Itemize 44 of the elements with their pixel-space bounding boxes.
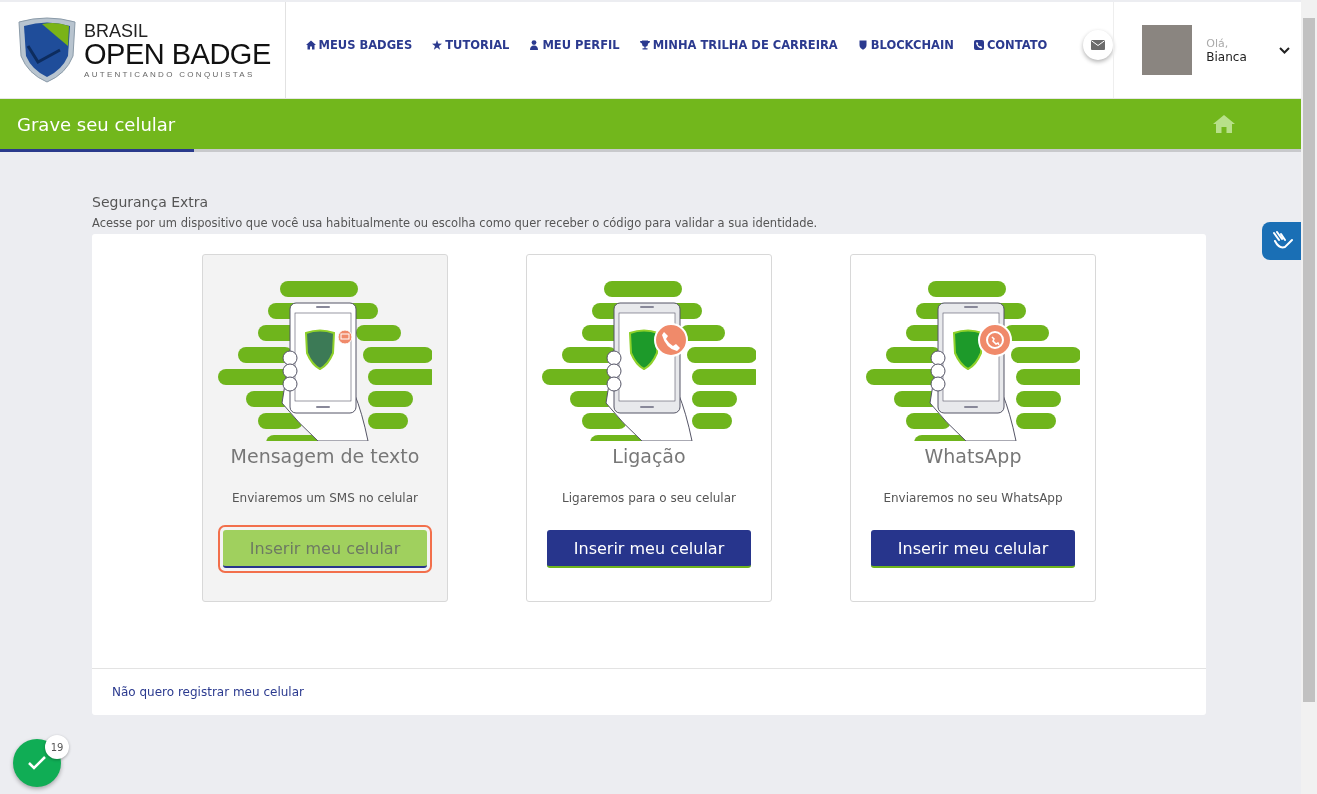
sign-language-hands-icon	[1270, 231, 1293, 251]
greeting-text: Olá,	[1206, 36, 1230, 50]
logo-tagline: AUTENTICANDO CONQUISTAS	[84, 70, 256, 79]
page-title: Grave seu celular	[17, 113, 176, 135]
star-icon	[432, 40, 443, 50]
logo-text: OPEN BADGE	[84, 39, 271, 69]
nav-link[interactable]: MINHA TRILHA DE CARREIRA	[639, 38, 838, 52]
nav-link[interactable]: TUTORIAL	[432, 38, 510, 52]
shield-logo-icon	[16, 16, 78, 84]
option-card[interactable]: Mensagem de texto Enviaremos um SMS no celular Inserir meu celular	[202, 254, 448, 602]
avatar-photo-placeholder	[1142, 25, 1193, 75]
accessibility-button[interactable]	[1262, 222, 1301, 260]
option-title: WhatsApp	[924, 445, 1022, 467]
logo-text: BRASIL	[84, 21, 150, 40]
user-name: Bianca	[1206, 49, 1247, 64]
option-description: Enviaremos um SMS no celular	[232, 491, 418, 505]
insert-phone-button[interactable]: Inserir meu celular	[547, 530, 751, 568]
nav-link[interactable]: MEU PERFIL	[529, 38, 620, 52]
option-description: Enviaremos no seu WhatsApp	[883, 491, 1063, 505]
scrollbar-thumb[interactable]	[1303, 18, 1315, 702]
chevron-down-icon[interactable]	[1278, 46, 1290, 54]
option-title: Ligação	[612, 445, 686, 467]
shield-icon	[857, 40, 868, 50]
section-description: Acesse por um dispositivo que você usa habitualmente ou escolha como quer receber o código para validar a sua identidade.	[92, 216, 819, 230]
user-icon	[529, 40, 540, 50]
checkmark-icon	[28, 756, 46, 770]
envelope-icon	[1091, 40, 1106, 50]
option-card[interactable]: WhatsApp Enviaremos no seu WhatsApp Inserir meu celular	[850, 254, 1096, 602]
option-title: Mensagem de texto	[230, 445, 420, 467]
option-card[interactable]: Ligação Ligaremos para o seu celular Inserir meu celular	[526, 254, 772, 602]
notification-badge: 19	[45, 735, 69, 759]
home-icon	[305, 40, 316, 50]
trophy-icon	[639, 40, 650, 50]
scrollbar[interactable]	[1301, 0, 1317, 794]
nav-link[interactable]: CONTATO	[973, 38, 1048, 52]
insert-phone-button[interactable]: Inserir meu celular	[871, 530, 1075, 568]
phone-icon	[973, 40, 984, 50]
skip-link[interactable]: Não quero registrar meu celular	[112, 685, 304, 699]
nav-link[interactable]: BLOCKCHAIN	[857, 38, 954, 52]
option-description: Ligaremos para o seu celular	[562, 491, 736, 505]
messages-button[interactable]	[1083, 30, 1114, 60]
section-title: Segurança Extra	[92, 194, 210, 210]
achievements-button[interactable]	[13, 739, 61, 787]
nav-link[interactable]: MEUS BADGES	[305, 38, 413, 52]
